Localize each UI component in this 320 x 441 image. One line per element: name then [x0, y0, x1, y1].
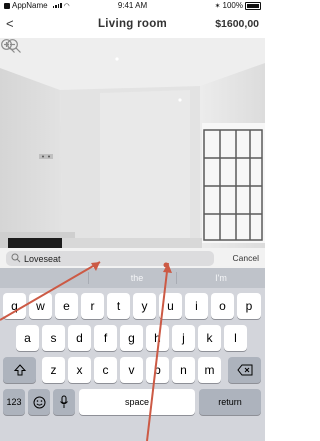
- shift-key[interactable]: [3, 357, 36, 383]
- space-key[interactable]: space: [79, 389, 195, 415]
- microphone-icon: [60, 395, 68, 408]
- suggestion-divider: [88, 272, 89, 284]
- key-w[interactable]: w: [29, 293, 52, 319]
- zoom-in-icon[interactable]: [0, 38, 16, 54]
- cancel-button[interactable]: Cancel: [233, 253, 259, 263]
- key-o[interactable]: o: [211, 293, 234, 319]
- key-p[interactable]: p: [237, 293, 261, 319]
- suggestion-2[interactable]: the: [107, 273, 167, 283]
- key-v[interactable]: v: [120, 357, 143, 383]
- status-bar: AppName ◠ 9:41 AM ✶ 100%: [0, 0, 265, 12]
- search-bar: Cancel: [0, 248, 265, 268]
- key-l[interactable]: l: [224, 325, 247, 351]
- key-u[interactable]: u: [159, 293, 182, 319]
- key-z[interactable]: z: [42, 357, 65, 383]
- battery-percent: 100%: [222, 1, 243, 10]
- key-f[interactable]: f: [94, 325, 117, 351]
- key-g[interactable]: g: [120, 325, 143, 351]
- key-y[interactable]: y: [133, 293, 156, 319]
- key-e[interactable]: e: [55, 293, 78, 319]
- key-b[interactable]: b: [146, 357, 169, 383]
- key-d[interactable]: d: [68, 325, 91, 351]
- search-icon: [11, 253, 21, 263]
- key-a[interactable]: a: [16, 325, 39, 351]
- key-r[interactable]: r: [81, 293, 104, 319]
- phone-screen: AppName ◠ 9:41 AM ✶ 100% < Living room $…: [0, 0, 265, 441]
- key-t[interactable]: t: [107, 293, 130, 319]
- key-i[interactable]: i: [185, 293, 208, 319]
- emoji-icon: [33, 396, 45, 408]
- battery-indicator: ✶ 100%: [215, 1, 261, 10]
- search-field[interactable]: [6, 251, 214, 266]
- shift-icon: [13, 364, 26, 376]
- suggestion-bar: the I'm: [0, 268, 265, 288]
- room-image: [0, 38, 265, 248]
- numbers-key[interactable]: 123: [3, 389, 25, 415]
- key-n[interactable]: n: [172, 357, 195, 383]
- microphone-key[interactable]: [53, 389, 75, 415]
- suggestion-3[interactable]: I'm: [191, 273, 251, 283]
- suggestion-divider: [176, 272, 177, 284]
- battery-icon: [245, 1, 261, 10]
- nav-bar: < Living room $1600,00: [0, 12, 265, 38]
- return-key[interactable]: return: [199, 389, 261, 415]
- total-price: $1600,00: [215, 18, 259, 30]
- room-photo[interactable]: [0, 38, 265, 248]
- key-k[interactable]: k: [198, 325, 221, 351]
- key-j[interactable]: j: [172, 325, 195, 351]
- backspace-icon: [236, 364, 252, 376]
- key-q[interactable]: q: [3, 293, 26, 319]
- key-m[interactable]: m: [198, 357, 221, 383]
- key-s[interactable]: s: [42, 325, 65, 351]
- keyboard: the I'm q w e r t y u i o p a s d f g h …: [0, 268, 265, 441]
- key-x[interactable]: x: [68, 357, 91, 383]
- search-input[interactable]: [24, 251, 210, 266]
- backspace-key[interactable]: [228, 357, 261, 383]
- bluetooth-icon: ✶: [214, 2, 221, 10]
- emoji-key[interactable]: [28, 389, 50, 415]
- key-c[interactable]: c: [94, 357, 117, 383]
- key-h[interactable]: h: [146, 325, 169, 351]
